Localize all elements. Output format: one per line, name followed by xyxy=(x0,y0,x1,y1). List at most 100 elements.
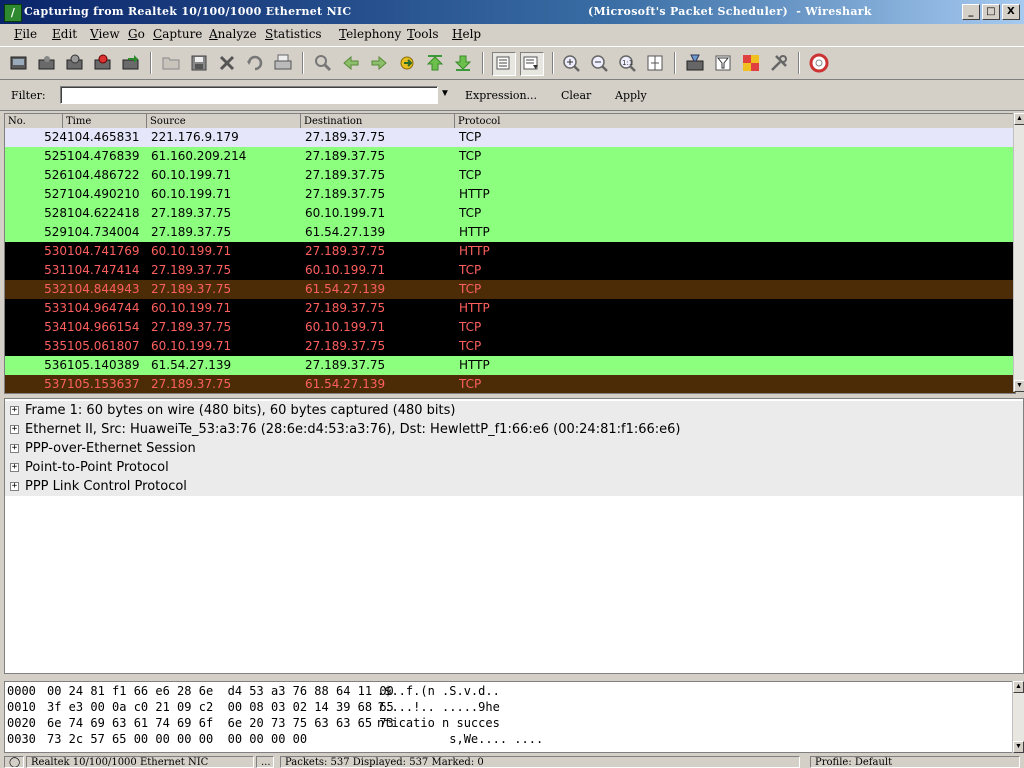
menu-telephony[interactable]: Telephony xyxy=(339,27,401,41)
detail-row-pppoe[interactable]: + PPP-over-Ethernet Session xyxy=(5,439,1023,458)
packet-destination: 27.189.37.75 xyxy=(305,168,386,182)
packet-row[interactable]: 528 104.622418 27.189.37.75 60.10.199.71 TCP xyxy=(5,204,1015,223)
packet-row[interactable]: 527 104.490210 60.10.199.71 27.189.37.75 HTT… xyxy=(5,185,1015,204)
find-packet-icon[interactable] xyxy=(312,52,334,74)
auto-scroll-icon[interactable] xyxy=(520,52,544,76)
packet-row[interactable]: 531 104.747414 27.189.37.75 60.10.199.71 TCP xyxy=(5,261,1015,280)
go-to-packet-icon[interactable] xyxy=(396,52,418,74)
detail-row-frame[interactable]: + Frame 1: 60 bytes on wire (480 bits), 6… xyxy=(5,401,1023,420)
packet-protocol: TCP xyxy=(459,320,482,334)
minimize-button[interactable]: _ xyxy=(962,4,980,20)
menu-file[interactable]: File xyxy=(14,27,37,41)
normal-size-icon[interactable]: 1:1 xyxy=(616,52,638,74)
clear-button[interactable]: Clear xyxy=(561,89,591,102)
packet-row[interactable]: 529 104.734004 27.189.37.75 61.54.27.139 HTT… xyxy=(5,223,1015,242)
packet-row[interactable]: 525 104.476839 61.160.209.214 27.189.37.75 T… xyxy=(5,147,1015,166)
packet-bytes[interactable]: 0000 00 24 81 f1 66 e6 28 6e d4 53 a3 76 … xyxy=(4,681,1014,753)
packet-protocol: TCP xyxy=(459,149,482,163)
expand-icon[interactable]: + xyxy=(10,482,19,491)
menu-view[interactable]: View xyxy=(90,27,120,41)
restart-capture-icon[interactable] xyxy=(120,52,142,74)
expression-button[interactable]: Expression... xyxy=(465,89,537,102)
start-capture-icon[interactable] xyxy=(64,52,86,74)
status-interface: Realtek 10/100/1000 Ethernet NIC xyxy=(26,756,254,768)
status-bar: ◯ Realtek 10/100/1000 Ethernet NIC ... P… xyxy=(0,755,1024,768)
apply-button[interactable]: Apply xyxy=(615,89,647,102)
packet-destination: 60.10.199.71 xyxy=(305,263,386,277)
expert-info-icon[interactable]: ◯ xyxy=(4,756,24,768)
menu-tools[interactable]: Tools xyxy=(407,27,439,41)
scroll-up-arrow-icon[interactable]: ▲ xyxy=(1013,681,1024,693)
save-file-icon[interactable] xyxy=(188,52,210,74)
colorize-icon[interactable] xyxy=(492,52,516,76)
capture-filters-icon[interactable] xyxy=(684,52,706,74)
help-icon[interactable] xyxy=(808,52,830,74)
status-dots[interactable]: ... xyxy=(256,756,274,768)
coloring-rules-icon[interactable] xyxy=(740,52,762,74)
packet-list-scrollbar[interactable]: ▲ ▼ xyxy=(1013,113,1024,392)
title-bar: / Capturing from Realtek 10/100/1000 Eth… xyxy=(0,0,1024,24)
filter-input[interactable] xyxy=(60,86,438,104)
expand-icon[interactable]: + xyxy=(10,444,19,453)
display-filters-icon[interactable] xyxy=(712,52,734,74)
packet-list[interactable]: No. Time Source Destination Protocol 524… xyxy=(4,113,1016,394)
packet-no: 531 xyxy=(44,263,67,277)
maximize-button[interactable]: □ xyxy=(982,4,1000,20)
packet-protocol: HTTP xyxy=(459,187,490,201)
resize-columns-icon[interactable] xyxy=(644,52,666,74)
packet-time: 105.153637 xyxy=(67,377,140,391)
packet-row[interactable]: 533 104.964744 60.10.199.71 27.189.37.75 HTT… xyxy=(5,299,1015,318)
packet-details[interactable]: + Frame 1: 60 bytes on wire (480 bits), 6… xyxy=(4,398,1024,674)
packet-row[interactable]: 535 105.061807 60.10.199.71 27.189.37.75 TCP xyxy=(5,337,1015,356)
packet-no: 533 xyxy=(44,301,67,315)
packet-source: 27.189.37.75 xyxy=(151,206,232,220)
packet-row[interactable]: 530 104.741769 60.10.199.71 27.189.37.75 HTT… xyxy=(5,242,1015,261)
scroll-up-arrow-icon[interactable]: ▲ xyxy=(1014,113,1024,125)
close-button[interactable]: X xyxy=(1002,4,1020,20)
packet-row[interactable]: 526 104.486722 60.10.199.71 27.189.37.75 TCP xyxy=(5,166,1015,185)
bytes-scrollbar[interactable]: ▲ ▼ xyxy=(1012,681,1024,753)
menu-capture[interactable]: Capture xyxy=(153,27,202,41)
preferences-icon[interactable] xyxy=(768,52,790,74)
packet-protocol: TCP xyxy=(459,339,482,353)
packet-time: 104.747414 xyxy=(67,263,140,277)
zoom-in-icon[interactable] xyxy=(560,52,582,74)
packet-row[interactable]: 524 104.465831 221.176.9.179 27.189.37.75 TC… xyxy=(5,128,1015,147)
go-forward-icon[interactable] xyxy=(368,52,390,74)
packet-row[interactable]: 532 104.844943 27.189.37.75 61.54.27.139 TCP xyxy=(5,280,1015,299)
packet-row[interactable]: 537 105.153637 27.189.37.75 61.54.27.139 TCP xyxy=(5,375,1015,393)
detail-row-ethernet[interactable]: + Ethernet II, Src: HuaweiTe_53:a3:76 (28… xyxy=(5,420,1023,439)
menu-analyze[interactable]: Analyze xyxy=(209,27,257,41)
scroll-down-arrow-icon[interactable]: ▼ xyxy=(1013,741,1024,753)
packet-no: 537 xyxy=(44,377,67,391)
zoom-out-icon[interactable] xyxy=(588,52,610,74)
reload-icon[interactable] xyxy=(244,52,266,74)
scroll-down-arrow-icon[interactable]: ▼ xyxy=(1014,380,1024,392)
packet-destination: 61.54.27.139 xyxy=(305,282,386,296)
menu-statistics[interactable]: Statistics xyxy=(265,27,322,41)
packet-time: 104.844943 xyxy=(67,282,140,296)
go-last-icon[interactable] xyxy=(452,52,474,74)
print-icon[interactable] xyxy=(272,52,294,74)
detail-row-ppp-lcp[interactable]: + PPP Link Control Protocol xyxy=(5,477,1023,496)
expand-icon[interactable]: + xyxy=(10,425,19,434)
packet-row[interactable]: 536 105.140389 61.54.27.139 27.189.37.75 HTT… xyxy=(5,356,1015,375)
expand-icon[interactable]: + xyxy=(10,406,19,415)
capture-options-icon[interactable] xyxy=(36,52,58,74)
go-first-icon[interactable] xyxy=(424,52,446,74)
interfaces-icon[interactable] xyxy=(8,52,30,74)
close-file-icon[interactable] xyxy=(216,52,238,74)
stop-capture-icon[interactable] xyxy=(92,52,114,74)
open-file-icon[interactable] xyxy=(160,52,182,74)
menu-go[interactable]: Go xyxy=(128,27,145,41)
go-back-icon[interactable] xyxy=(340,52,362,74)
filter-dropdown-icon[interactable]: ▼ xyxy=(440,88,450,99)
menu-help[interactable]: Help xyxy=(452,27,481,41)
packet-row[interactable]: 534 104.966154 27.189.37.75 60.10.199.71 TCP xyxy=(5,318,1015,337)
expand-icon[interactable]: + xyxy=(10,463,19,472)
status-profile[interactable]: Profile: Default xyxy=(810,756,1020,768)
detail-row-ppp[interactable]: + Point-to-Point Protocol xyxy=(5,458,1023,477)
menu-edit[interactable]: Edit xyxy=(52,27,77,41)
packet-destination: 27.189.37.75 xyxy=(305,130,386,144)
packet-source: 27.189.37.75 xyxy=(151,225,232,239)
